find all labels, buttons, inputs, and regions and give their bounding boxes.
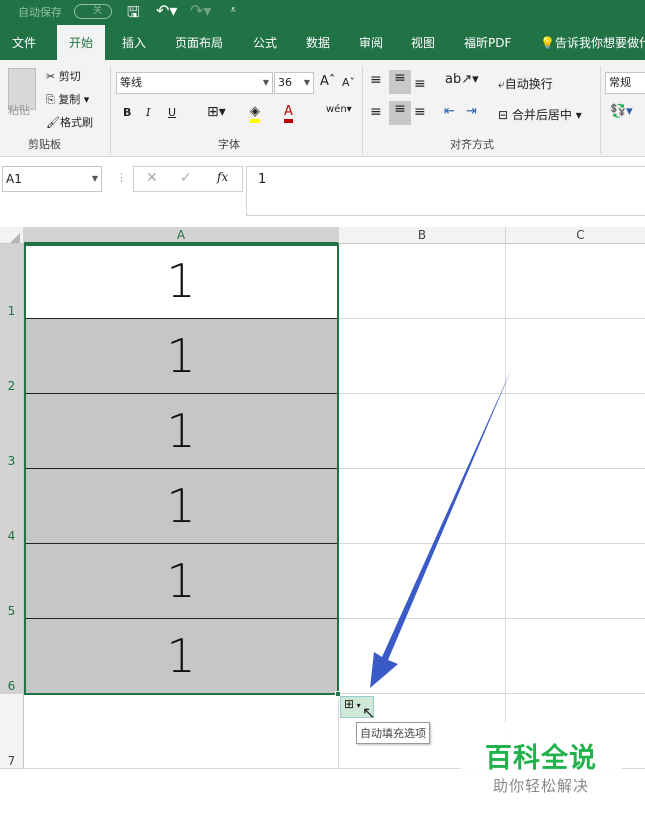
- watermark-title: 百科全说: [485, 743, 597, 774]
- arrow-shape: [370, 368, 512, 688]
- watermark: 百科全说 助你轻松解决: [460, 722, 622, 800]
- watermark-subtitle: 助你轻松解决: [492, 777, 589, 795]
- annotation-arrow: [370, 368, 512, 688]
